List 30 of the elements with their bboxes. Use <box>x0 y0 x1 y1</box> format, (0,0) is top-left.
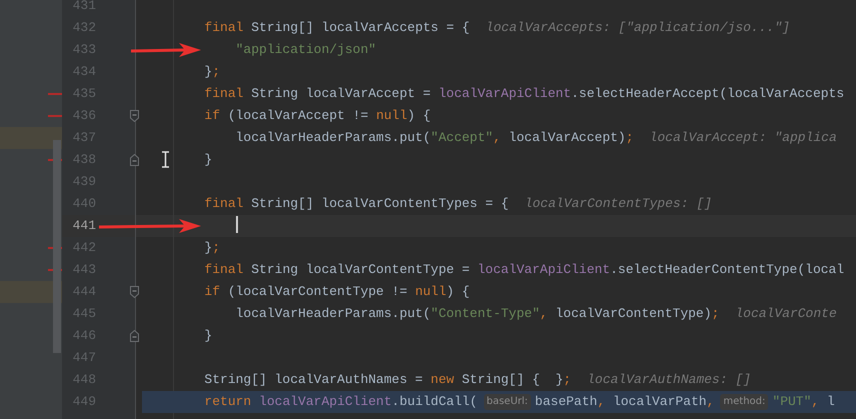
inline-hint: localVarConte <box>735 306 837 321</box>
code-line: }; <box>204 240 220 255</box>
code-line: final String localVarContentType = localVarApiClient.selectHeaderContentType(local <box>204 262 844 277</box>
code-line: return localVarApiClient.buildCall( <box>204 394 478 409</box>
inline-hint: localVarAuthNames: [] <box>587 372 751 387</box>
code-line: String[] localVarAuthNames = new String[] { }; <box>204 372 572 387</box>
code-line: if (localVarContentType != null) { <box>204 284 470 299</box>
code-line: final String[] localVarAccepts = { <box>204 20 470 35</box>
fold-icon[interactable] <box>130 286 139 298</box>
code-line: basePath, localVarPath, <box>534 394 714 409</box>
inline-hint: localVarContentTypes: [] <box>524 196 712 211</box>
code-line: final String localVarAccept = localVarApiClient.selectHeaderAccept(localVarAccepts <box>204 86 844 101</box>
code-line: } <box>204 328 212 343</box>
fold-icon[interactable] <box>130 330 139 342</box>
code-line: } <box>204 152 212 167</box>
code-line: }; <box>204 64 220 79</box>
inline-hint: localVarAccept: "applica <box>650 130 837 145</box>
code-line: final String[] localVarContentTypes = { <box>204 196 509 211</box>
line-number: 441 <box>72 217 96 235</box>
code-line: if (localVarAccept != null) { <box>204 108 431 123</box>
code-line: "PUT", l <box>772 394 835 409</box>
code-line: "application/json" <box>236 42 376 57</box>
scrollbar-thumb[interactable] <box>53 140 61 353</box>
fold-icon[interactable] <box>130 154 139 166</box>
code-line: localVarHeaderParams.put("Accept", localVarAccept); <box>236 130 634 145</box>
fold-icon[interactable] <box>130 110 139 122</box>
parameter-hint: baseUrl: <box>484 394 531 410</box>
code-line: localVarHeaderParams.put("Content-Type", localVarContentType); <box>236 306 720 321</box>
inline-hint: localVarAccepts: ["application/jso..."] <box>486 20 790 35</box>
parameter-hint: method: <box>720 394 768 410</box>
